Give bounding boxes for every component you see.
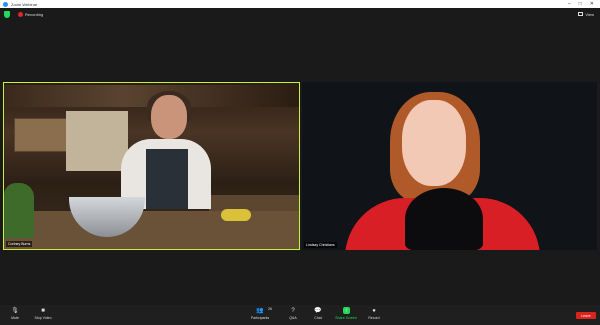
participants-label: Participants: [250, 316, 270, 320]
participants-count: 26: [268, 307, 272, 311]
stop-video-button[interactable]: ■ Stop Video: [28, 307, 58, 321]
meeting-controls-bar: 🎙 Mute ■ Stop Video 👥 Participants 26 ? …: [0, 305, 600, 325]
recording-label: Recording: [25, 11, 44, 17]
participant-name: Cortney Burns: [6, 241, 33, 247]
cabinet: [14, 118, 68, 152]
grid-view-icon: [578, 12, 584, 16]
mute-label: Mute: [11, 316, 19, 320]
record-button[interactable]: ● Record: [359, 307, 389, 321]
video-tile-active-speaker[interactable]: Cortney Burns: [3, 82, 300, 250]
wall: [66, 111, 128, 171]
zoom-logo-icon: [3, 1, 8, 7]
plant: [4, 183, 34, 238]
qa-icon: ?: [291, 307, 295, 314]
person-face: [151, 95, 187, 139]
share-screen-button[interactable]: ↑ Share Screen: [331, 307, 361, 320]
counter: [4, 211, 299, 249]
qa-label: Q&A: [289, 316, 297, 320]
stop-video-label: Stop Video: [34, 316, 52, 320]
chat-label: Chat: [314, 316, 322, 320]
chat-bubble-icon: 💬: [314, 308, 322, 314]
share-arrow-icon: ↑: [342, 307, 350, 314]
record-icon: ●: [372, 307, 376, 314]
mute-button[interactable]: 🎙 Mute: [0, 307, 30, 320]
chat-button[interactable]: 💬 Chat: [303, 307, 333, 320]
meeting-top-bar: Recording View: [0, 8, 600, 20]
apron: [146, 149, 188, 209]
people-icon: 👥: [256, 308, 264, 314]
view-button[interactable]: View: [578, 12, 594, 17]
security-shield-icon[interactable]: [4, 10, 10, 18]
maximize-icon[interactable]: □: [579, 1, 582, 7]
window-title: Zoom Webinar: [11, 1, 38, 7]
video-tile[interactable]: Lindsay Christians: [302, 82, 597, 250]
participant-name: Lindsay Christians: [304, 242, 337, 248]
record-label: Record: [368, 316, 380, 320]
microphone-icon: 🎙: [11, 308, 19, 314]
share-screen-label: Share Screen: [335, 316, 357, 320]
window-controls: – □ ✕: [568, 1, 594, 7]
lemons: [221, 209, 251, 221]
recording-dot-icon: [18, 11, 23, 17]
leave-button[interactable]: Leave: [576, 312, 596, 319]
title-bar: Zoom Webinar – □ ✕: [0, 0, 600, 8]
microphone: [405, 188, 483, 250]
close-icon[interactable]: ✕: [590, 1, 594, 7]
minimize-icon[interactable]: –: [568, 1, 571, 7]
video-camera-icon: ■: [41, 307, 45, 314]
person-face: [402, 100, 466, 186]
view-label: View: [585, 11, 594, 17]
